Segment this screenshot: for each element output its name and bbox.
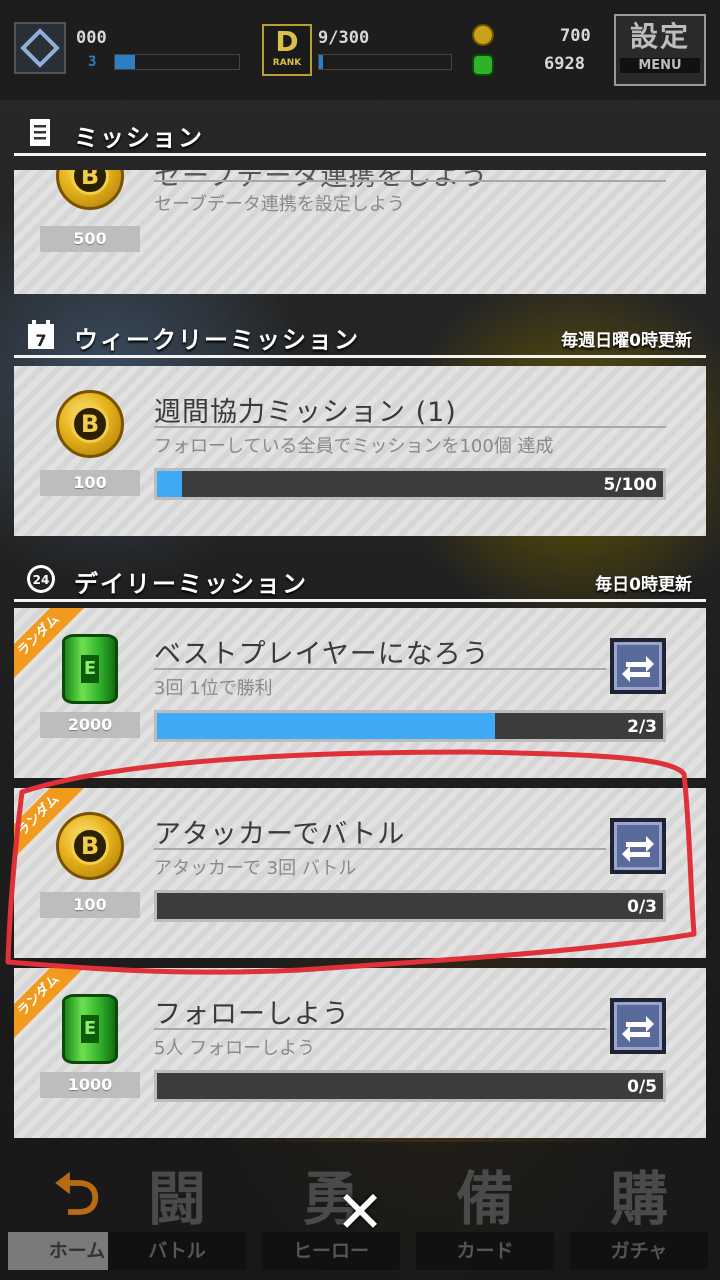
battle-icon: 闘: [147, 1165, 206, 1233]
rank-letter: D: [275, 25, 299, 58]
nav-label: ガチャ: [570, 1232, 708, 1270]
mission-description: セーブデータ連携を設定しよう: [154, 194, 405, 215]
mission-title: ベストプレイヤーになろう: [154, 639, 490, 670]
title-underline: [154, 1028, 606, 1030]
rank-progress-bar: [318, 54, 452, 70]
mission-card-best-player[interactable]: ランダム E 2000 ベストプレイヤーになろう 3回 1位で勝利 2/3: [14, 608, 706, 778]
reward-amount: 100: [40, 892, 140, 918]
weekly-section-header: 7 ウィークリーミッション 毎週日曜0時更新: [14, 314, 706, 358]
player-emblem-icon[interactable]: [14, 22, 66, 74]
weekly-reset-note: 毎週日曜0時更新: [561, 331, 692, 351]
daily-reset-note: 毎日0時更新: [595, 575, 692, 595]
missions-section-header: ミッション: [14, 112, 706, 156]
reroll-button[interactable]: [610, 998, 666, 1054]
progress-text: 5/100: [603, 475, 657, 495]
mission-progress-bar: 2/3: [154, 710, 666, 742]
title-underline: [154, 848, 606, 850]
can-reward-icon: E: [62, 634, 118, 704]
reroll-button[interactable]: [610, 818, 666, 874]
mission-description: フォローしている全員でミッションを100個 達成: [154, 436, 554, 457]
level-progress-bar: [114, 54, 240, 70]
mission-description: 5人 フォローしよう: [154, 1038, 316, 1059]
mission-description: 3回 1位で勝利: [154, 678, 273, 699]
document-icon: [30, 119, 50, 146]
weekly-title: ウィークリーミッション: [74, 326, 360, 354]
menu-kanji: 設定: [629, 20, 690, 53]
mission-title: フォローしよう: [154, 999, 350, 1030]
reroll-icon: [622, 836, 654, 862]
rank-badge[interactable]: D RANK: [262, 24, 312, 76]
coin-reward-icon: B: [56, 390, 124, 458]
daily-section-header: 24 デイリーミッション 毎日0時更新: [14, 558, 706, 602]
calendar-icon: 7: [28, 320, 54, 350]
mission-description: アタッカーで 3回 バトル: [154, 858, 357, 879]
nav-card[interactable]: 備 カード: [412, 1148, 558, 1274]
menu-button[interactable]: 設定 MENU: [614, 14, 706, 86]
reward-amount: 1000: [40, 1072, 140, 1098]
mission-title: アタッカーでバトル: [154, 819, 406, 850]
reward-amount: 100: [40, 470, 140, 496]
progress-text: 0/5: [627, 1077, 657, 1097]
status-bar: 000 3 D RANK 9/300 700 6928 設定 MENU: [0, 0, 720, 100]
reward-amount: 500: [40, 226, 140, 252]
svg-text:24: 24: [33, 573, 50, 587]
nav-battle[interactable]: 闘 バトル: [104, 1148, 250, 1274]
mission-title: 週間協力ミッション (1): [154, 397, 457, 428]
reroll-button[interactable]: [610, 638, 666, 694]
title-underline: [154, 426, 666, 428]
mission-card-save-link[interactable]: セーブデータ連携をしよう セーブデータ連携を設定しよう B 500: [14, 170, 706, 294]
reroll-icon: [622, 656, 654, 682]
progress-text: 0/3: [627, 897, 657, 917]
can-reward-icon: E: [62, 994, 118, 1064]
header-divider: [14, 153, 706, 156]
energy-count: 6928: [544, 54, 585, 74]
menu-label: MENU: [620, 58, 700, 73]
rank-label: RANK: [272, 58, 302, 68]
reroll-icon: [622, 1016, 654, 1042]
energy-can-icon: [472, 54, 494, 76]
header-divider: [14, 355, 706, 358]
coin-reward-icon: B: [56, 812, 124, 880]
title-underline: [154, 668, 606, 670]
mission-progress-bar: 5/100: [154, 468, 666, 500]
coin-reward-icon: B: [56, 170, 124, 210]
title-underline: [154, 180, 666, 182]
mission-card-follow[interactable]: ランダム E 1000 フォローしよう 5人 フォローしよう 0/5: [14, 968, 706, 1138]
progress-text: 2/3: [627, 717, 657, 737]
mission-card-weekly-coop[interactable]: B 100 週間協力ミッション (1) フォローしている全員でミッションを100…: [14, 366, 706, 536]
close-button[interactable]: ✕: [330, 1182, 390, 1242]
level-sub: 3: [88, 54, 97, 70]
rank-progress-text: 9/300: [318, 28, 370, 48]
coin-count: 700: [560, 26, 591, 46]
daily-title: デイリーミッション: [74, 570, 308, 598]
card-icon: 備: [455, 1165, 514, 1233]
nav-gacha[interactable]: 購 ガチャ: [566, 1148, 712, 1274]
mission-card-attacker-battle[interactable]: ランダム B 100 アタッカーでバトル アタッカーで 3回 バトル 0/3: [14, 788, 706, 958]
gacha-icon: 購: [609, 1165, 668, 1233]
svg-text:7: 7: [35, 331, 46, 350]
reward-amount: 2000: [40, 712, 140, 738]
nav-label: カード: [416, 1232, 554, 1270]
header-divider: [14, 599, 706, 602]
mission-progress-bar: 0/3: [154, 890, 666, 922]
24h-clock-icon: 24: [27, 565, 55, 593]
coin-icon: [472, 24, 494, 46]
missions-title: ミッション: [74, 124, 204, 152]
nav-label: バトル: [108, 1232, 246, 1270]
level-value: 000: [76, 28, 107, 48]
mission-progress-bar: 0/5: [154, 1070, 666, 1102]
